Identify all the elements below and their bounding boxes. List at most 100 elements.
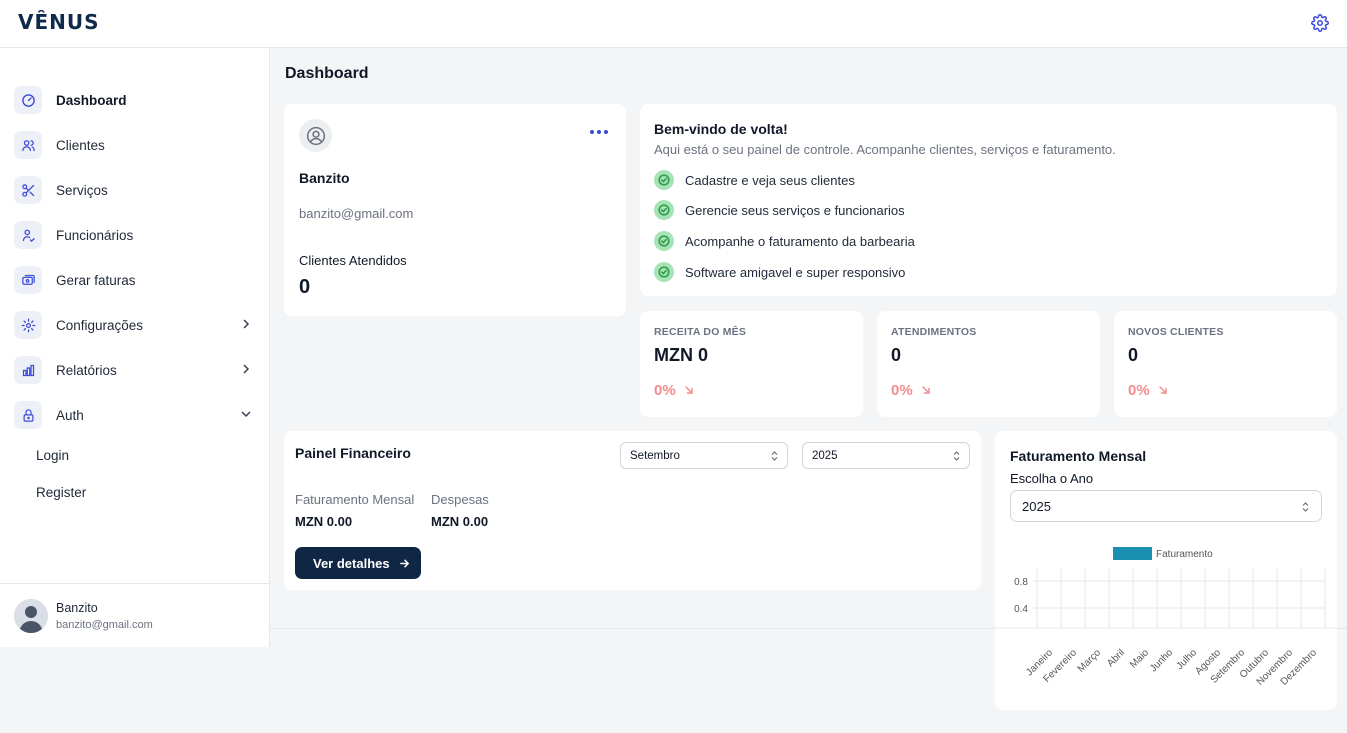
feature-item: Gerencie seus serviços e funcionarios xyxy=(654,200,905,220)
user-email: banzito@gmail.com xyxy=(56,619,153,631)
check-circle-icon xyxy=(654,231,674,251)
invoice-icon xyxy=(14,266,42,294)
users-icon xyxy=(14,131,42,159)
y-tick-label: 0.8 xyxy=(1014,577,1028,588)
lock-icon xyxy=(14,401,42,429)
x-tick-label: Abril xyxy=(1105,647,1127,669)
sidebar-user-panel[interactable]: Banzito banzito@gmail.com xyxy=(0,583,269,647)
sidebar-item-label: Configurações xyxy=(56,317,144,333)
scissors-icon xyxy=(14,176,42,204)
sidebar-item-auth[interactable]: Auth xyxy=(14,400,258,430)
page-title: Dashboard xyxy=(285,65,369,82)
sidebar-item-dashboard[interactable]: Dashboard xyxy=(14,85,258,115)
clients-served-value: 0 xyxy=(299,276,311,298)
arrow-right-icon xyxy=(399,559,409,567)
profile-card: Banzito banzito@gmail.com Clientes Atend… xyxy=(284,104,626,316)
year-select[interactable]: 2025 xyxy=(802,442,970,469)
user-name: Banzito xyxy=(56,601,98,615)
check-circle-icon xyxy=(654,200,674,220)
x-tick-label: Março xyxy=(1076,647,1104,675)
stat-value: 0 xyxy=(1128,345,1139,365)
check-circle-icon xyxy=(654,170,674,190)
sidebar-item-funcionarios[interactable]: Funcionários xyxy=(14,220,258,250)
profile-email: banzito@gmail.com xyxy=(299,206,414,221)
sidebar-item-label: Clientes xyxy=(56,137,105,153)
expenses-label: Despesas xyxy=(431,492,489,507)
clients-served-label: Clientes Atendidos xyxy=(299,253,407,268)
chevron-right-icon xyxy=(243,364,250,374)
sidebar-item-label: Relatórios xyxy=(56,362,117,378)
view-details-label: Ver detalhes xyxy=(313,555,390,571)
monthly-revenue-card: Faturamento Mensal Escolha o Ano 2025 Fa… xyxy=(995,431,1337,710)
chevron-down-icon xyxy=(241,411,251,418)
monthly-revenue-chart: Faturamento0.80.4JaneiroFevereiroMarço Ab… xyxy=(995,547,1337,688)
feature-text: Cadastre e veja seus clientes xyxy=(685,172,855,188)
month-select-value: Setembro xyxy=(630,449,680,462)
stat-change: 0% xyxy=(1128,382,1150,399)
sidebar-subitem-register[interactable]: Register xyxy=(36,485,86,500)
expenses-value: MZN 0.00 xyxy=(431,514,489,529)
x-tick-label: Junho xyxy=(1148,647,1175,674)
user-circle-icon xyxy=(299,119,332,152)
sidebar-item-label: Dashboard xyxy=(56,92,127,108)
sidebar-item-configuracoes[interactable]: Configurações xyxy=(14,310,258,340)
revenue-value: MZN 0.00 xyxy=(295,514,353,529)
sidebar: Dashboard Clientes Serviços Funcionários… xyxy=(0,48,270,647)
stat-card-revenue: RECEITA DO MÊS MZN 0 0% xyxy=(640,311,863,417)
feature-item: Cadastre e veja seus clientes xyxy=(654,170,855,190)
month-select[interactable]: Setembro xyxy=(620,442,788,469)
arrow-down-right-icon xyxy=(1159,386,1167,394)
chevron-right-icon xyxy=(243,319,250,329)
settings-gear-icon[interactable] xyxy=(1311,14,1329,32)
arrow-down-right-icon xyxy=(685,386,693,394)
select-arrows-icon xyxy=(953,451,960,461)
feature-item: Software amigavel e super responsivo xyxy=(654,262,905,282)
stat-label: RECEITA DO MÊS xyxy=(654,326,747,338)
avatar xyxy=(14,599,48,633)
top-bar: VÊNUS xyxy=(0,0,1347,48)
sidebar-item-clientes[interactable]: Clientes xyxy=(14,130,258,160)
sidebar-item-label: Gerar faturas xyxy=(56,272,136,288)
stat-label: ATENDIMENTOS xyxy=(891,326,977,338)
welcome-subtitle: Aqui está o seu painel de controle. Acom… xyxy=(654,142,1116,157)
revenue-label: Faturamento Mensal xyxy=(295,492,415,507)
financial-panel-title: Painel Financeiro xyxy=(295,445,411,461)
gauge-icon xyxy=(14,86,42,114)
stat-value: MZN 0 xyxy=(654,345,708,365)
feature-text: Gerencie seus serviços e funcionarios xyxy=(685,202,905,218)
stat-card-appointments: ATENDIMENTOS 0 0% xyxy=(877,311,1100,417)
legend-swatch xyxy=(1113,547,1152,560)
stat-card-new-clients: NOVOS CLIENTES 0 0% xyxy=(1114,311,1337,417)
sidebar-item-label: Serviços xyxy=(56,182,108,198)
gear-icon xyxy=(14,311,42,339)
sidebar-item-gerar-faturas[interactable]: Gerar faturas xyxy=(14,265,258,295)
feature-text: Acompanhe o faturamento da barbearia xyxy=(685,233,915,249)
chart-mask xyxy=(995,628,1337,646)
sidebar-item-servicos[interactable]: Serviços xyxy=(14,175,258,205)
stat-change: 0% xyxy=(891,382,913,399)
employee-icon xyxy=(14,221,42,249)
y-tick-label: 0.4 xyxy=(1014,604,1028,615)
view-details-button[interactable]: Ver detalhes xyxy=(295,547,421,579)
bar-chart-icon xyxy=(14,356,42,384)
stat-value: 0 xyxy=(891,345,902,365)
sidebar-subitem-login[interactable]: Login xyxy=(36,448,69,463)
feature-text: Software amigavel e super responsivo xyxy=(685,264,906,280)
sidebar-item-label: Funcionários xyxy=(56,227,134,243)
legend-label: Faturamento xyxy=(1156,549,1213,560)
sidebar-item-label: Auth xyxy=(56,407,84,423)
profile-name: Banzito xyxy=(299,170,350,186)
welcome-title: Bem-vindo de volta! xyxy=(654,121,788,137)
year-select-value: 2025 xyxy=(812,449,838,462)
stat-change: 0% xyxy=(654,382,676,399)
check-circle-icon xyxy=(654,262,674,282)
financial-panel: Painel Financeiro Setembro 2025 Faturame… xyxy=(284,431,981,590)
arrow-down-right-icon xyxy=(922,386,930,394)
sidebar-item-relatorios[interactable]: Relatórios xyxy=(14,355,258,385)
stat-label: NOVOS CLIENTES xyxy=(1128,326,1224,338)
welcome-card: Bem-vindo de volta! Aqui está o seu pain… xyxy=(640,104,1337,296)
select-arrows-icon xyxy=(771,451,778,461)
app-logo[interactable]: VÊNUS xyxy=(18,10,100,34)
more-options-icon[interactable] xyxy=(589,128,609,136)
feature-item: Acompanhe o faturamento da barbearia xyxy=(654,231,915,251)
